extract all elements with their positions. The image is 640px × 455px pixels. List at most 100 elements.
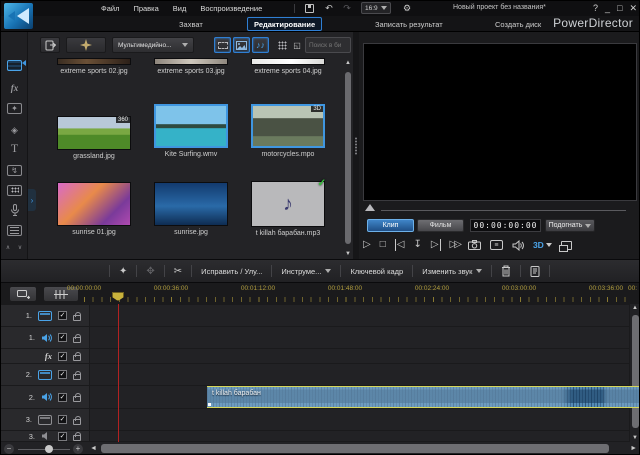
- track-lane-audio-1[interactable]: [90, 327, 629, 348]
- library-item[interactable]: sunrise.jpg: [143, 182, 239, 236]
- preview-video-area[interactable]: [363, 43, 637, 201]
- track-lock-icon[interactable]: [73, 435, 81, 441]
- menu-file[interactable]: Файл: [101, 4, 119, 13]
- filter-video-icon[interactable]: [214, 37, 231, 53]
- scroll-right-icon[interactable]: ►: [630, 445, 637, 452]
- library-item-selected[interactable]: Kite Surfing.wmv: [143, 104, 239, 158]
- track-lock-icon[interactable]: [73, 374, 81, 380]
- menu-edit[interactable]: Правка: [133, 4, 158, 13]
- track-enable-checkbox[interactable]: ✓: [58, 370, 67, 379]
- particle-room-icon[interactable]: ◈: [5, 122, 24, 138]
- timeline-horizontal-scrollbar[interactable]: ◄ ►: [89, 442, 640, 455]
- clip-trim-handle-left[interactable]: [208, 403, 211, 406]
- track-lane-audio-2[interactable]: t killah барабан: [90, 386, 629, 408]
- scrollbar-thumb[interactable]: [632, 315, 639, 428]
- previous-frame-button[interactable]: ◁: [395, 239, 405, 251]
- fix-enhance-button[interactable]: Исправить / Улу...: [201, 267, 262, 276]
- aspect-ratio-dropdown[interactable]: 16:9: [361, 2, 391, 14]
- track-enable-checkbox[interactable]: ✓: [58, 352, 67, 361]
- filter-photo-icon[interactable]: [233, 37, 250, 53]
- track-header-video-2[interactable]: 2. ✓: [1, 364, 89, 385]
- track-lock-icon[interactable]: [73, 315, 81, 321]
- library-item[interactable]: extreme sports 03.jpg: [143, 58, 239, 75]
- library-item[interactable]: extreme sports 02.jpg: [46, 58, 142, 75]
- edit-audio-dropdown[interactable]: Изменить звук: [422, 267, 482, 276]
- track-lock-icon[interactable]: [73, 419, 81, 425]
- track-enable-checkbox[interactable]: ✓: [58, 333, 67, 342]
- minimize-button[interactable]: _: [605, 2, 610, 14]
- rooms-scroll-up-icon[interactable]: ∧: [3, 244, 13, 251]
- scroll-down-icon[interactable]: ▼: [631, 435, 639, 441]
- tab-capture[interactable]: Захват: [173, 17, 209, 31]
- undo-icon[interactable]: ↶: [321, 2, 337, 15]
- chapter-room-icon[interactable]: [5, 222, 24, 238]
- timeline-view-toggle-icon[interactable]: [9, 286, 37, 302]
- preview-tab-movie[interactable]: Фильм: [417, 219, 464, 232]
- library-item-selected[interactable]: 3D motorcycles.mpo: [240, 104, 336, 158]
- track-enable-checkbox[interactable]: ✓: [58, 415, 67, 424]
- track-lock-icon[interactable]: [73, 355, 81, 361]
- seek-slider-track[interactable]: [381, 210, 626, 211]
- track-header-audio-3[interactable]: 3. ✓: [1, 431, 89, 441]
- track-lane-audio-3[interactable]: [90, 431, 629, 441]
- track-header-audio-2[interactable]: 2. ✓: [1, 386, 89, 408]
- sidebar-collapse-handle[interactable]: ›: [28, 189, 36, 211]
- fit-dropdown[interactable]: Подогнать: [545, 219, 595, 232]
- track-lane-video-2[interactable]: [90, 364, 629, 385]
- track-header-video-1[interactable]: 1. ✓: [1, 305, 89, 326]
- library-item[interactable]: sunrise 01.jpg: [46, 182, 142, 236]
- library-item[interactable]: extreme sports 04.jpg: [240, 58, 336, 75]
- track-header-video-3[interactable]: 3. ✓: [1, 409, 89, 430]
- library-search-input[interactable]: [305, 37, 351, 53]
- audio-mixing-room-icon[interactable]: [5, 182, 24, 198]
- library-scrollbar[interactable]: ▲ ▼: [344, 60, 352, 257]
- tab-edit[interactable]: Редактирование: [247, 17, 322, 31]
- library-item[interactable]: 360 grassland.jpg: [46, 110, 142, 160]
- rooms-scroll-down-icon[interactable]: ∨: [15, 244, 25, 251]
- save-project-icon[interactable]: [301, 2, 317, 15]
- filter-music-icon[interactable]: ♪♪: [252, 37, 269, 53]
- scroll-left-icon[interactable]: ◄: [90, 445, 97, 452]
- scrollbar-thumb[interactable]: [345, 72, 351, 244]
- undock-preview-icon[interactable]: [561, 241, 572, 250]
- audio-clip[interactable]: t killah барабан: [207, 386, 640, 408]
- close-button[interactable]: ✕: [629, 2, 637, 14]
- redo-icon[interactable]: ↷: [339, 2, 355, 15]
- scroll-down-icon[interactable]: ▼: [344, 251, 352, 257]
- media-thumbnail-audio[interactable]: ♪ ✓: [251, 181, 325, 227]
- volume-speaker-icon[interactable]: [512, 240, 524, 251]
- title-room-icon[interactable]: T: [5, 140, 24, 156]
- track-lane-video-1[interactable]: [90, 305, 629, 326]
- settings-gear-icon[interactable]: ⚙: [399, 2, 415, 15]
- track-enable-checkbox[interactable]: ✓: [58, 432, 67, 441]
- library-menu-icon[interactable]: [275, 37, 289, 53]
- timeline-zoom-slider[interactable]: − +: [1, 442, 89, 455]
- delete-trash-icon[interactable]: [501, 265, 511, 277]
- media-thumbnail[interactable]: 3D: [251, 104, 325, 148]
- track-enable-checkbox[interactable]: ✓: [58, 393, 67, 402]
- timecode-display[interactable]: 00:00:00:00: [470, 219, 541, 232]
- media-thumbnail[interactable]: [57, 58, 131, 65]
- timeline-vertical-scrollbar[interactable]: ▲ ▼: [630, 304, 640, 442]
- track-header-audio-1[interactable]: 1. ✓: [1, 327, 89, 348]
- library-item[interactable]: ♪ ✓ t killah барабан.mp3: [240, 181, 336, 237]
- menu-view[interactable]: Вид: [173, 4, 187, 13]
- collection-dropdown[interactable]: Мультимедийно...: [112, 37, 194, 53]
- notes-clipboard-icon[interactable]: [530, 266, 540, 277]
- media-thumbnail[interactable]: [251, 58, 325, 65]
- split-scissors-icon[interactable]: ✂: [174, 266, 182, 277]
- zoom-out-icon[interactable]: −: [4, 444, 14, 454]
- fast-forward-button[interactable]: ▷▷: [450, 239, 459, 251]
- tools-dropdown[interactable]: Инструме...: [281, 267, 331, 276]
- help-button[interactable]: ?: [593, 2, 598, 14]
- track-enable-checkbox[interactable]: ✓: [58, 311, 67, 320]
- snapshot-camera-icon[interactable]: [468, 240, 481, 250]
- stop-button[interactable]: □: [380, 239, 386, 251]
- scroll-up-icon[interactable]: ▲: [344, 60, 352, 66]
- preview-tab-clip[interactable]: Клип: [367, 219, 414, 232]
- media-thumbnail[interactable]: [57, 182, 131, 226]
- media-thumbnail[interactable]: 360: [57, 116, 131, 150]
- pip-objects-room-icon[interactable]: ✦: [5, 100, 24, 116]
- tab-produce[interactable]: Записать результат: [369, 17, 449, 31]
- track-lane-video-3[interactable]: [90, 409, 629, 430]
